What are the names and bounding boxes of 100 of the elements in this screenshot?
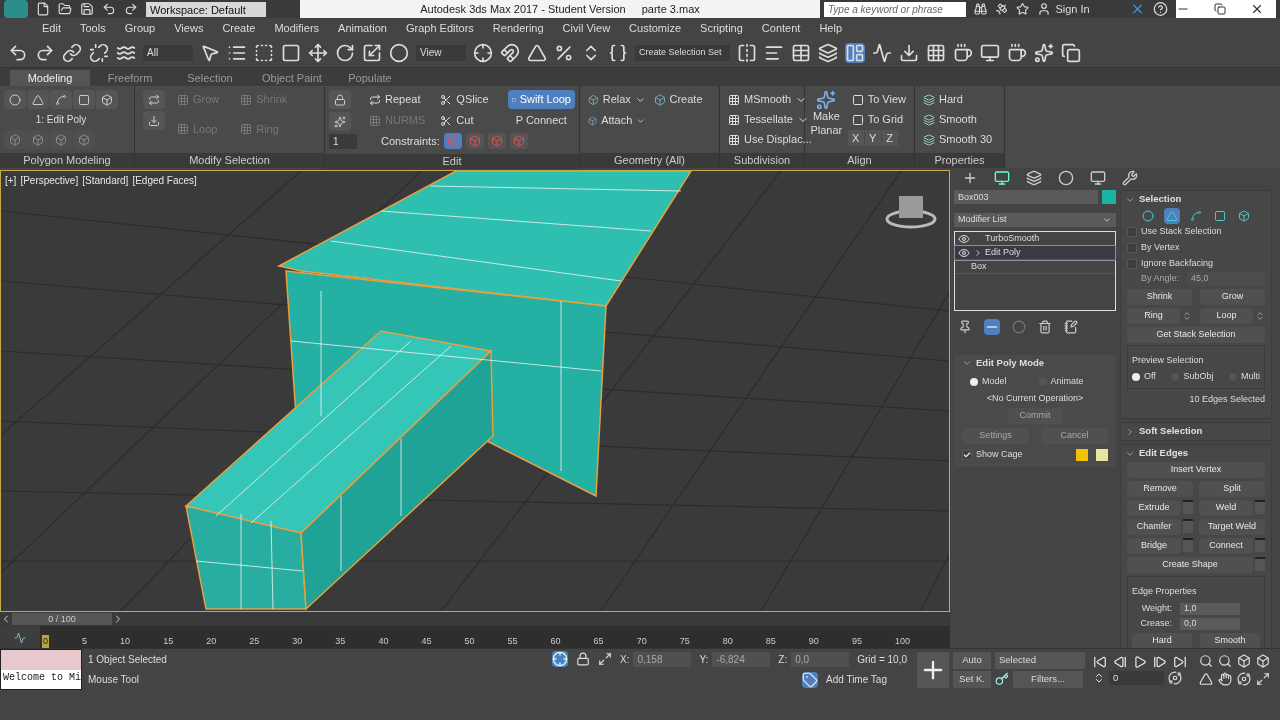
color-swatch[interactable] xyxy=(1096,449,1108,461)
vertex-icon[interactable] xyxy=(9,93,21,106)
menu-item[interactable]: Group xyxy=(124,19,156,37)
ribbon-group-title[interactable]: Align xyxy=(805,153,914,168)
lock-icon[interactable] xyxy=(576,652,590,667)
pan-icon[interactable] xyxy=(1218,671,1232,686)
panel-button[interactable]: Get Stack Selection xyxy=(1127,327,1265,343)
help-icon[interactable] xyxy=(1152,1,1168,17)
menu-item[interactable]: Graph Editors xyxy=(405,19,474,37)
square-icon[interactable] xyxy=(281,42,301,63)
panel-button[interactable]: Connect xyxy=(1199,538,1253,554)
filters-button[interactable]: Filters... xyxy=(1013,670,1083,688)
curve-icon[interactable] xyxy=(872,42,892,63)
coordinate-system-dropdown[interactable]: View xyxy=(416,44,466,61)
tray-icon[interactable] xyxy=(899,42,919,63)
binoculars-icon[interactable] xyxy=(974,2,988,16)
panel-button[interactable]: Hard xyxy=(1132,633,1192,649)
checker-icon[interactable] xyxy=(926,42,946,63)
ribbon-button[interactable]: Smooth 30 xyxy=(919,130,997,149)
hierarchy-icon[interactable] xyxy=(1026,170,1042,186)
object-color-swatch[interactable] xyxy=(1102,190,1116,204)
ribbon-group-title[interactable]: Edit xyxy=(325,153,579,169)
time-slider-thumb[interactable]: 0 / 100 xyxy=(12,613,112,625)
axis-button[interactable]: X xyxy=(847,130,864,146)
checkbox[interactable] xyxy=(962,450,972,460)
menu-item[interactable]: Modifiers xyxy=(274,19,320,37)
set-key-button[interactable]: Set K. xyxy=(953,670,991,688)
ribbon-button[interactable]: QSlice xyxy=(436,90,504,109)
subobject-level-button[interactable] xyxy=(1140,208,1156,224)
rollout-header[interactable]: Edit Edges xyxy=(1121,445,1271,462)
panel-button[interactable]: Remove xyxy=(1127,481,1193,497)
color-swatch[interactable] xyxy=(1076,449,1088,461)
edge-icon[interactable] xyxy=(32,93,44,106)
link-icon[interactable] xyxy=(62,42,82,63)
create-icon[interactable] xyxy=(962,170,978,186)
maximize-icon[interactable] xyxy=(1256,671,1270,686)
search-field[interactable]: Type a keyword or phrase xyxy=(824,1,966,17)
ribbon-toggle-icon[interactable] xyxy=(845,42,865,63)
ribbon-button[interactable]: Create xyxy=(649,90,715,109)
sparkle-icon[interactable] xyxy=(1034,42,1054,63)
selection-filter-dropdown[interactable]: All xyxy=(143,44,193,61)
utilities-icon[interactable] xyxy=(1122,170,1138,186)
satellite-icon[interactable] xyxy=(995,2,1009,16)
eye-icon[interactable] xyxy=(958,232,970,245)
menu-item[interactable]: Help xyxy=(819,19,842,37)
ribbon-button[interactable]: Hard xyxy=(919,90,997,109)
step-back-icon[interactable] xyxy=(1113,654,1127,669)
ribbon-button[interactable]: Relax xyxy=(584,90,650,109)
menu-item[interactable]: Rendering xyxy=(492,19,544,37)
braces-icon[interactable] xyxy=(608,42,628,63)
listener-output[interactable]: Welcome to Mi xyxy=(1,669,81,689)
rollout-header[interactable]: Selection xyxy=(1121,191,1271,208)
orbit-icon[interactable] xyxy=(1237,671,1251,686)
listener-input[interactable] xyxy=(1,650,81,670)
key-filter-dropdown[interactable]: Selected xyxy=(995,651,1085,669)
panel-button[interactable]: Chamfer xyxy=(1127,519,1181,535)
sphere-icon[interactable] xyxy=(389,42,409,63)
menu-item[interactable]: Create xyxy=(222,19,256,37)
arrows-icon[interactable] xyxy=(1093,671,1105,684)
coordinate-field[interactable]: 0,158 xyxy=(633,651,692,667)
play-icon[interactable] xyxy=(1133,654,1147,669)
zoom-all-icon[interactable] xyxy=(1218,653,1232,668)
subobject-level-button[interactable] xyxy=(1188,208,1204,224)
radio-button[interactable] xyxy=(970,377,978,386)
user-icon[interactable] xyxy=(1037,2,1052,16)
ribbon-tab[interactable]: Object Paint xyxy=(250,70,330,86)
selection-set-dropdown[interactable]: Create Selection Set xyxy=(635,44,730,61)
polygon-icon[interactable] xyxy=(78,93,90,106)
menu-item[interactable]: Civil View xyxy=(562,19,611,37)
time-config-icon[interactable] xyxy=(1168,670,1182,685)
axis-button[interactable]: Z xyxy=(881,130,898,146)
spinner-field[interactable]: 1,0 xyxy=(1180,602,1240,615)
panel-button[interactable]: Ring xyxy=(1127,308,1180,324)
key-icon[interactable] xyxy=(995,672,1009,686)
ribbon-button[interactable]: To Grid xyxy=(847,110,910,129)
panel-button[interactable]: Weld xyxy=(1199,500,1253,516)
stack-icon[interactable] xyxy=(148,114,160,127)
coordinate-field[interactable]: 0,0 xyxy=(791,651,850,667)
save-icon[interactable] xyxy=(80,2,94,16)
ribbon-group-title[interactable]: Polygon Modeling xyxy=(0,153,134,168)
border-icon[interactable] xyxy=(55,93,67,106)
ribbon-button[interactable]: Swift Loop xyxy=(507,90,575,109)
layers-icon[interactable] xyxy=(818,42,838,63)
axis-button[interactable]: Y xyxy=(864,130,881,146)
undo-icon[interactable] xyxy=(8,42,28,63)
viewport-label[interactable]: [Edged Faces] xyxy=(132,173,197,188)
restore-icon[interactable] xyxy=(1214,3,1226,15)
auto-key-button[interactable]: Auto xyxy=(953,651,991,669)
zoom-icon[interactable] xyxy=(1199,653,1213,668)
skip-back-icon[interactable] xyxy=(1093,654,1107,669)
redo-icon[interactable] xyxy=(35,42,55,63)
unlink-icon[interactable] xyxy=(89,42,109,63)
ribbon-button[interactable]: Cut xyxy=(436,111,504,130)
stack-item[interactable]: Box xyxy=(955,260,1115,274)
ribbon-group-title[interactable]: Geometry (All) xyxy=(580,153,719,168)
panel-button[interactable]: Split xyxy=(1199,481,1265,497)
stack-icon[interactable] xyxy=(148,93,160,106)
table-icon[interactable] xyxy=(791,42,811,63)
menu-item[interactable]: Tools xyxy=(79,19,106,37)
menu-item[interactable]: Content xyxy=(761,19,801,37)
